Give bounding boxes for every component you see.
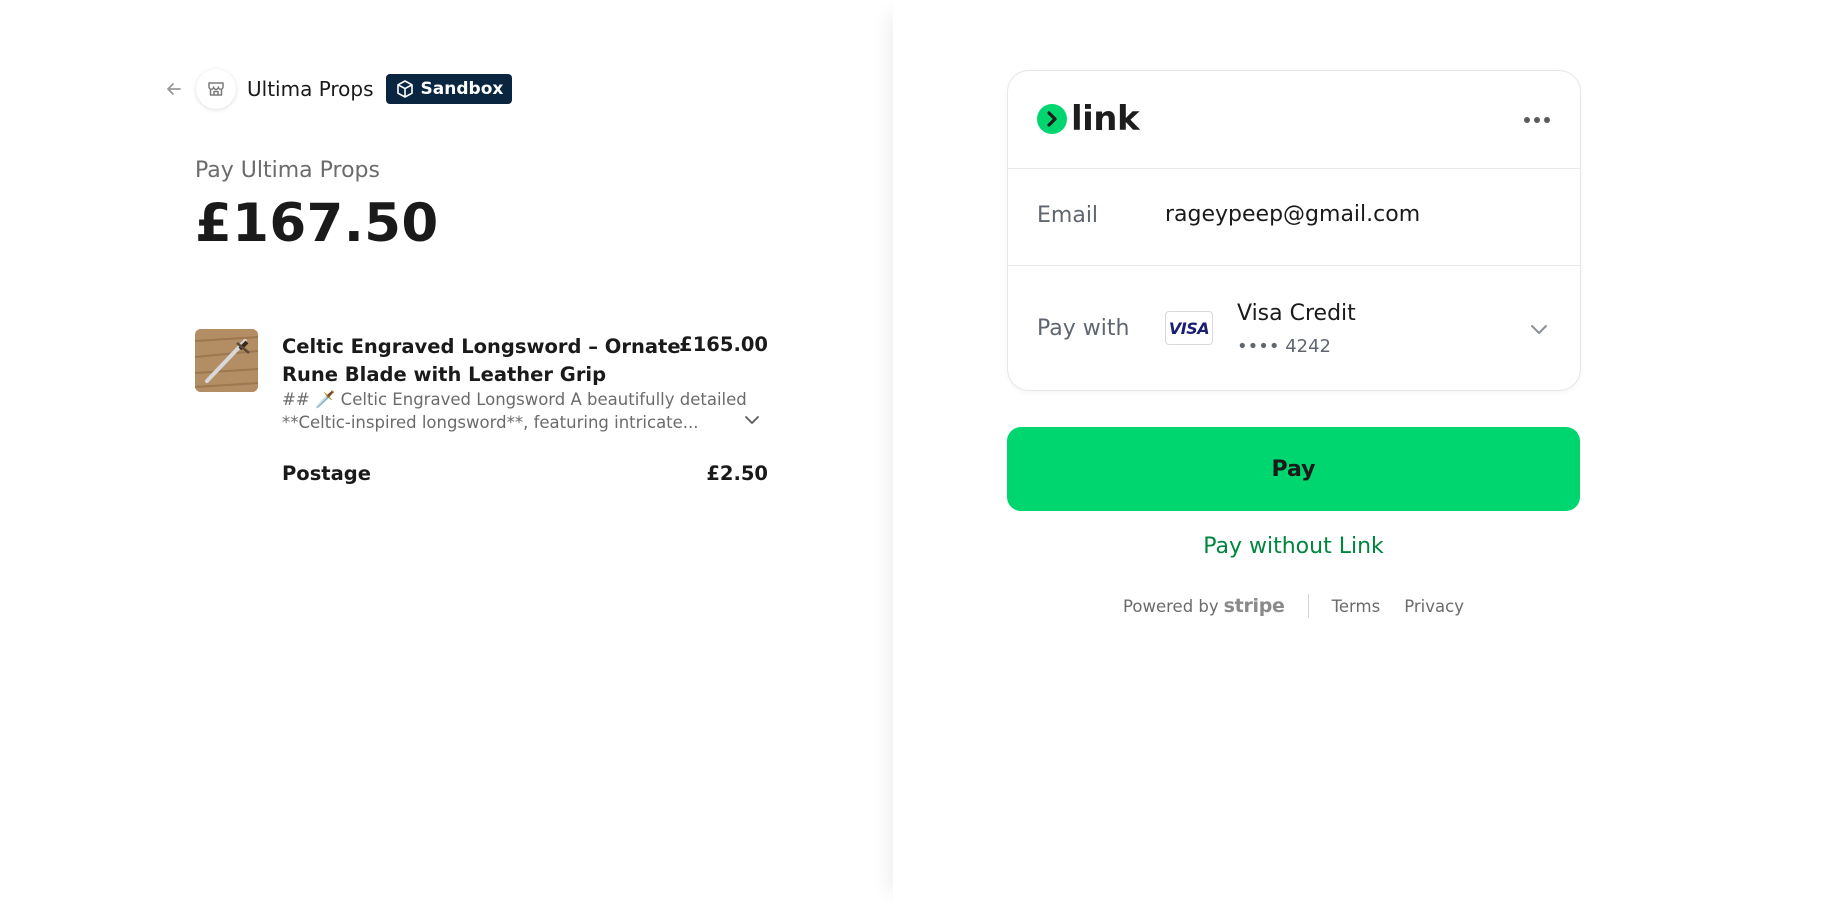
back-button[interactable] <box>162 77 186 101</box>
arrow-left-icon <box>167 83 181 95</box>
order-summary-panel: Ultima Props Sandbox Pay Ultima Props £1… <box>0 0 893 907</box>
visa-icon: VISA <box>1165 311 1213 345</box>
postage-label: Postage <box>282 462 371 485</box>
merchant-name[interactable]: Ultima Props <box>247 77 374 101</box>
product-description: ## 🗡️ Celtic Engraved Longsword A beauti… <box>282 390 747 432</box>
more-dot-icon <box>1524 117 1530 123</box>
store-icon <box>196 69 236 109</box>
link-wordmark: link <box>1071 99 1140 139</box>
pay-merchant-label: Pay Ultima Props <box>195 158 380 183</box>
link-header: link <box>1008 71 1580 169</box>
footer: Powered by stripe Terms Privacy <box>1007 594 1580 618</box>
product-price: £165.00 <box>679 333 768 356</box>
product-image <box>195 329 258 392</box>
chevron-down-icon <box>1526 316 1552 342</box>
sandbox-label: Sandbox <box>420 79 504 99</box>
powered-by-label: Powered by <box>1123 596 1219 616</box>
more-options-button[interactable] <box>1522 109 1552 131</box>
total-amount: £167.50 <box>195 193 439 254</box>
pay-with-label: Pay with <box>1037 316 1130 341</box>
more-dot-icon <box>1534 117 1540 123</box>
card-name: Visa Credit <box>1237 301 1356 326</box>
card-number: •••• 4242 <box>1237 336 1331 357</box>
pay-button[interactable]: Pay <box>1007 427 1580 511</box>
pay-without-link-button[interactable]: Pay without Link <box>1007 534 1580 559</box>
email-row[interactable]: Email rageypeep@gmail.com <box>1008 169 1580 266</box>
privacy-link[interactable]: Privacy <box>1404 597 1464 616</box>
terms-link[interactable]: Terms <box>1332 597 1381 616</box>
link-logo: link <box>1037 99 1140 139</box>
cube-icon <box>396 80 413 98</box>
stripe-logo: stripe <box>1223 595 1285 617</box>
payment-method-selector[interactable]: Pay with VISA Visa Credit •••• 4242 <box>1008 266 1580 390</box>
footer-divider <box>1307 594 1309 618</box>
product-name: Celtic Engraved Longsword – Ornate Rune … <box>282 335 681 386</box>
email-label: Email <box>1037 203 1099 228</box>
email-value: rageypeep@gmail.com <box>1165 202 1421 227</box>
link-card: link Email rageypeep@gmail.com Pay with … <box>1007 70 1581 391</box>
link-arrow-icon <box>1037 104 1067 134</box>
expand-description-button[interactable] <box>740 408 764 432</box>
more-dot-icon <box>1544 117 1550 123</box>
chevron-down-icon <box>745 416 759 424</box>
powered-by-stripe-link[interactable]: Powered by stripe <box>1123 595 1285 617</box>
merchant-header: Ultima Props Sandbox <box>162 67 513 111</box>
sandbox-badge: Sandbox <box>385 74 513 104</box>
postage-price: £2.50 <box>706 462 768 485</box>
